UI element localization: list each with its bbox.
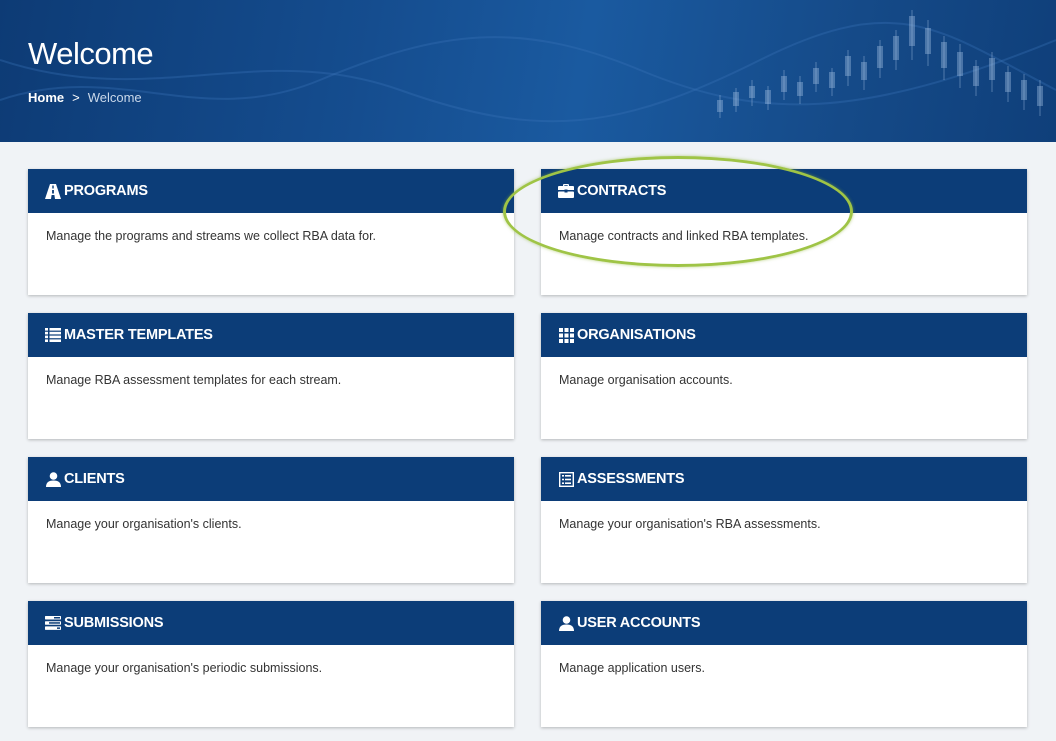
card-description: Manage your organisation's RBA assessmen… [559, 517, 821, 531]
card-description: Manage your organisation's periodic subm… [46, 661, 323, 675]
contracts-card[interactable]: CONTRACTS Manage contracts and linked RB… [541, 169, 1027, 295]
card-header[interactable]: SUBMISSIONS [28, 601, 514, 645]
document-list-icon [558, 471, 574, 487]
organisations-card[interactable]: ORGANISATIONS Manage organisation accoun… [541, 313, 1027, 439]
user-icon [558, 615, 574, 631]
card-header[interactable]: ORGANISATIONS [541, 313, 1027, 357]
card-title: CONTRACTS [577, 183, 667, 199]
card-description: Manage contracts and linked RBA template… [559, 229, 809, 243]
submissions-card[interactable]: SUBMISSIONS Manage your organisation's p… [28, 601, 514, 727]
breadcrumb-current: Welcome [87, 90, 142, 105]
card-description: Manage organisation accounts. [559, 373, 733, 387]
card-title: PROGRAMS [64, 183, 148, 199]
breadcrumb: Home > Welcome [28, 90, 142, 105]
card-description: Manage your organisation's clients. [46, 517, 242, 531]
card-header[interactable]: CONTRACTS [541, 169, 1027, 213]
tasks-icon [45, 615, 61, 631]
card-title: ORGANISATIONS [577, 327, 696, 343]
card-title: MASTER TEMPLATES [64, 327, 213, 343]
card-description: Manage RBA assessment templates for each… [46, 373, 342, 387]
breadcrumb-separator: > [72, 90, 80, 105]
grid-icon [558, 327, 574, 343]
card-description: Manage the programs and streams we colle… [46, 229, 377, 243]
card-title: ASSESSMENTS [577, 471, 685, 487]
card-title: SUBMISSIONS [64, 615, 164, 631]
breadcrumb-home-link[interactable]: Home [28, 90, 64, 105]
card-title: CLIENTS [64, 471, 125, 487]
card-header[interactable]: USER ACCOUNTS [541, 601, 1027, 645]
road-icon [45, 183, 61, 199]
user-icon [45, 471, 61, 487]
card-header[interactable]: MASTER TEMPLATES [28, 313, 514, 357]
master-templates-card[interactable]: MASTER TEMPLATES Manage RBA assessment t… [28, 313, 514, 439]
card-title: USER ACCOUNTS [577, 615, 701, 631]
user-accounts-card[interactable]: USER ACCOUNTS Manage application users. [541, 601, 1027, 727]
briefcase-icon [558, 183, 574, 199]
clients-card[interactable]: CLIENTS Manage your organisation's clien… [28, 457, 514, 583]
card-header[interactable]: ASSESSMENTS [541, 457, 1027, 501]
page-title: Welcome [28, 36, 154, 71]
stock-chart-background [0, 10, 1056, 123]
programs-card[interactable]: PROGRAMS Manage the programs and streams… [28, 169, 514, 295]
card-header[interactable]: PROGRAMS [28, 169, 514, 213]
card-description: Manage application users. [559, 661, 705, 675]
page-header: Welcome Home > Welcome [0, 0, 1056, 142]
list-icon [45, 327, 61, 343]
card-header[interactable]: CLIENTS [28, 457, 514, 501]
assessments-card[interactable]: ASSESSMENTS Manage your organisation's R… [541, 457, 1027, 583]
